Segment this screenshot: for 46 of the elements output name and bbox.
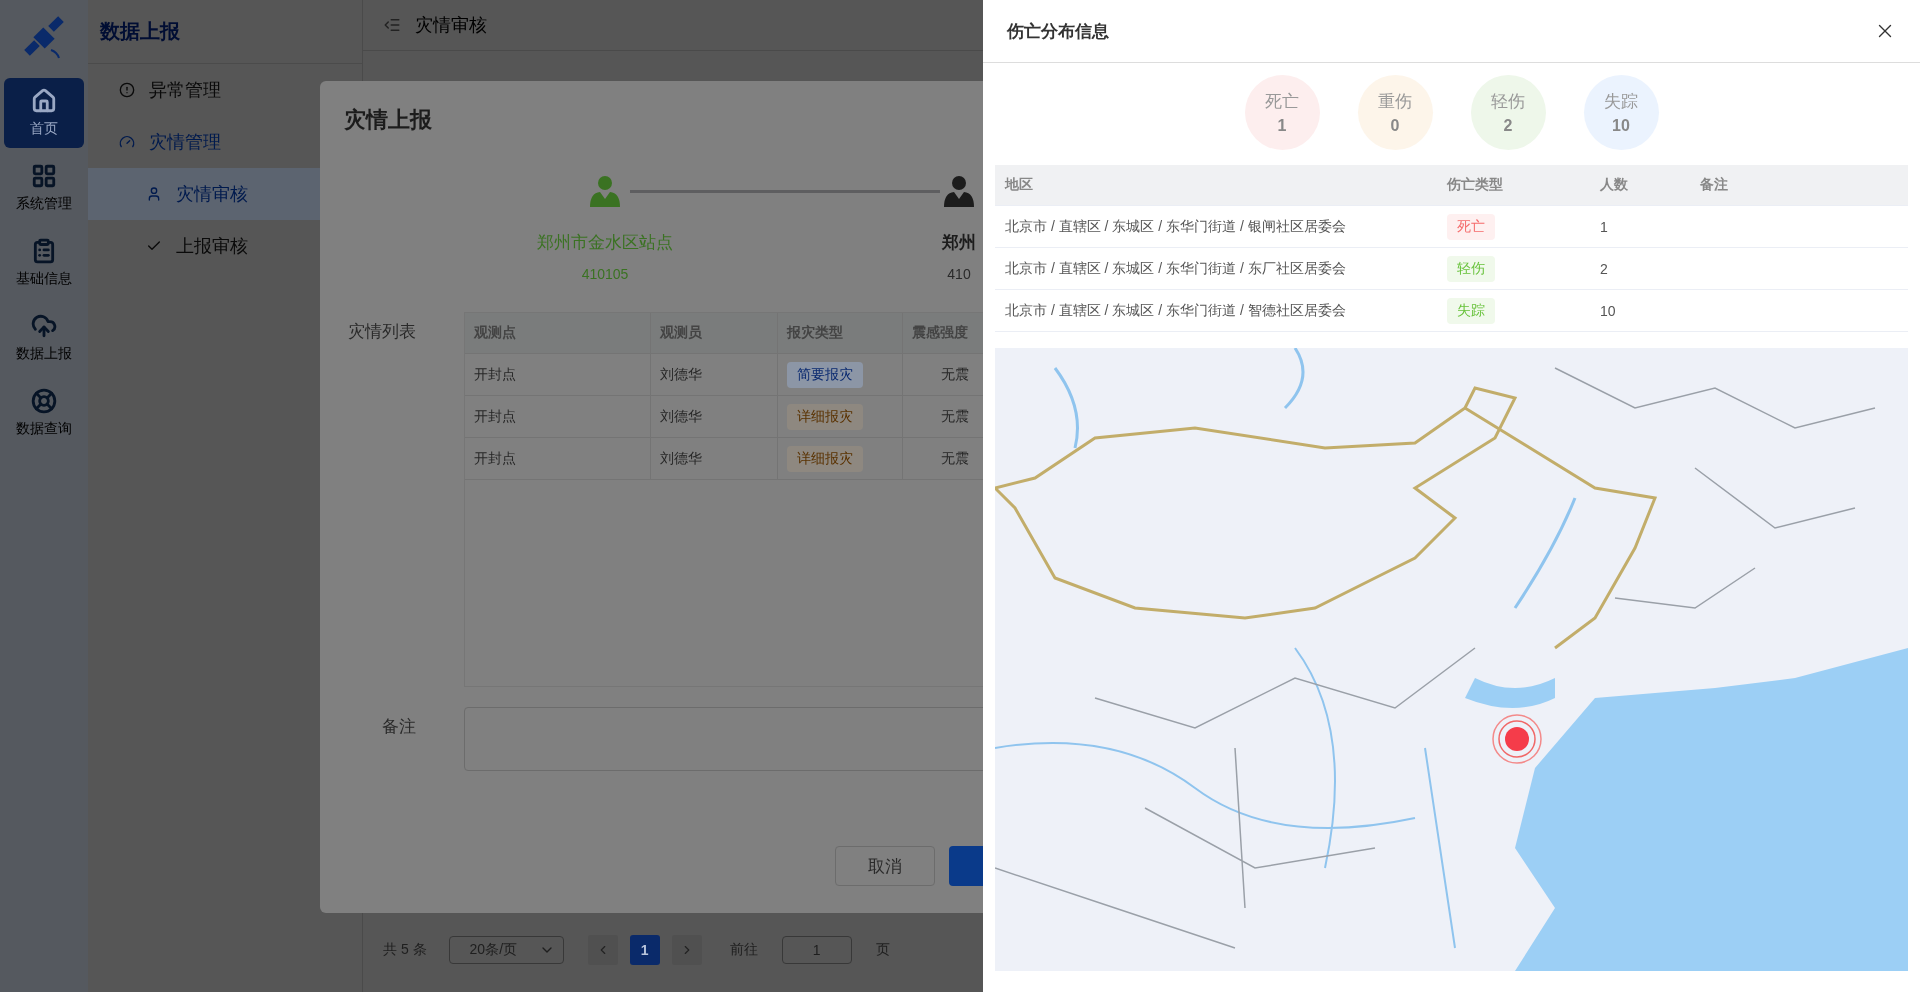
table-cell: 刘德华 xyxy=(651,438,778,479)
dialog-title: 灾情上报 xyxy=(344,107,432,132)
table-cell-text: 10 xyxy=(1599,301,1617,321)
stat-label: 重伤 xyxy=(1378,91,1412,113)
table-cell-text: 北京市 / 直辖区 / 东城区 / 东华门街道 / 银闸社区居委会 xyxy=(1004,216,1347,236)
column-header: 人数 xyxy=(1599,175,1629,194)
step-code: 410105 xyxy=(581,266,629,282)
table-cell-text: 1 xyxy=(1599,217,1609,237)
column-header: 伤亡类型 xyxy=(1446,175,1504,194)
stat-value: 1 xyxy=(1277,117,1287,135)
column-header: 观测点 xyxy=(465,313,651,353)
table-cell-text: 北京市 / 直辖区 / 东城区 / 东华门街道 / 东厂社区居委会 xyxy=(1004,258,1347,278)
casualty-tag: 死亡 xyxy=(1447,213,1495,240)
stat-value: 10 xyxy=(1612,117,1630,135)
drawer-title: 伤亡分布信息 xyxy=(1007,20,1109,43)
casualty-tag: 轻伤 xyxy=(1447,255,1495,282)
stat-value: 0 xyxy=(1390,117,1400,135)
table-cell: 无震 xyxy=(941,449,969,468)
casualty-tag: 失踪 xyxy=(1447,297,1495,324)
stat-label: 轻伤 xyxy=(1491,91,1525,113)
step-name: 郑州市金水区站点 xyxy=(537,232,673,254)
step-code: 410 xyxy=(947,266,971,282)
remark-label: 备注 xyxy=(382,717,416,736)
table-cell-text: 2 xyxy=(1599,259,1609,279)
list-label: 灾情列表 xyxy=(348,322,416,341)
report-type-tag: 简要报灾 xyxy=(787,361,863,388)
column-header: 观测员 xyxy=(651,313,778,353)
column-header: 备注 xyxy=(1699,175,1729,194)
table-cell: 无震 xyxy=(941,407,969,426)
stat-label: 死亡 xyxy=(1265,91,1299,113)
stat-value: 2 xyxy=(1503,117,1513,135)
column-header: 地区 xyxy=(1003,175,1034,194)
stat-label: 失踪 xyxy=(1604,91,1638,113)
table-cell: 开封点 xyxy=(465,354,651,395)
report-type-tag: 详细报灾 xyxy=(787,445,863,472)
table-cell-text: 北京市 / 直辖区 / 东城区 / 东华门街道 / 智德社区居委会 xyxy=(1004,300,1347,320)
menu-title: 数据上报 xyxy=(100,19,180,44)
table-cell: 开封点 xyxy=(465,438,651,479)
table-cell: 刘德华 xyxy=(651,354,778,395)
step-name: 郑州 xyxy=(942,232,976,254)
table-cell: 开封点 xyxy=(465,396,651,437)
column-header: 报灾类型 xyxy=(778,313,903,353)
table-cell: 无震 xyxy=(941,365,969,384)
page-title: 灾情审核 xyxy=(415,14,487,37)
table-cell: 刘德华 xyxy=(651,396,778,437)
report-type-tag: 详细报灾 xyxy=(787,403,863,430)
